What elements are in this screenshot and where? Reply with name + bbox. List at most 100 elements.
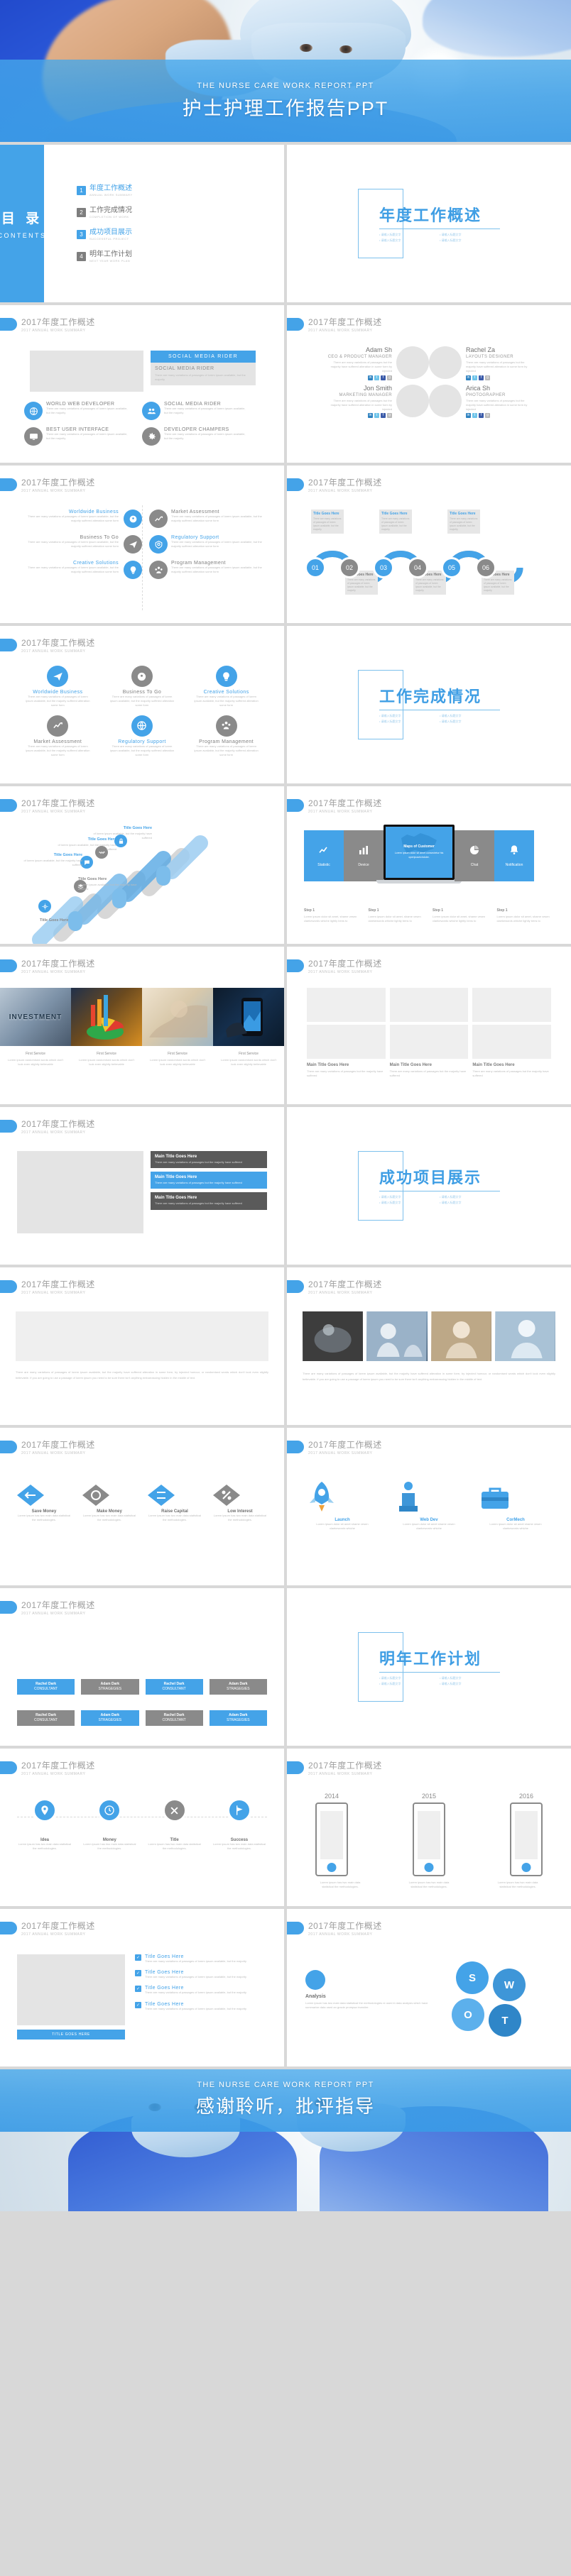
feature-item-best-user-interface[interactable]: BEST USER INTERFACE There are many varia…: [24, 427, 132, 446]
swot-bubble-w[interactable]: W: [493, 1969, 526, 2001]
social-links[interactable]: in t f g: [324, 413, 392, 419]
feature-item-social-media-rider[interactable]: SOCIAL MEDIA RIDER There are many variat…: [142, 402, 250, 420]
checklist-item-2[interactable]: ✓ Title Goes Here There are many variati…: [135, 1970, 268, 1979]
slide-contents[interactable]: 目 录 CONTENTS 1 年度工作概述 ANNUAL WORK SUMMAR…: [0, 145, 284, 302]
contents-item-2[interactable]: 2 工作完成情况 COMPLETION OF WORK: [77, 207, 284, 219]
photo-tile[interactable]: [366, 1311, 428, 1361]
chip-1[interactable]: Rachel Dark CONSULTANT: [17, 1679, 75, 1695]
step-item-idea[interactable]: Idea Lorem ipsum has two main data stati…: [17, 1798, 72, 1851]
contents-item-4[interactable]: 4 明年工作计划 NEXT YEAR WORK PLAN: [77, 251, 284, 263]
laptop-step-2[interactable]: Step 1 Lorem ipsum dolor sit amet, shame…: [369, 908, 426, 923]
chip-4[interactable]: Adam Dark STRAGEGIES: [209, 1679, 267, 1695]
team-member-jon-smith[interactable]: Jon Smith MARKETING MANAGER There are ma…: [301, 384, 429, 419]
twitter-icon[interactable]: t: [472, 413, 477, 419]
arrow-label-4[interactable]: Title Goes Here of lorem ipsum available…: [78, 877, 139, 892]
service-item-market-assessment[interactable]: Market Assessment There are many variati…: [142, 510, 263, 528]
timeline-card-03[interactable]: Title Goes Here There are many variation…: [379, 510, 412, 534]
panel-statistic[interactable]: Statistic: [304, 830, 344, 881]
chip-6[interactable]: Adam Dark STRAGEGIES: [81, 1710, 139, 1726]
launch-item-cormech[interactable]: CorMech Lorem ipsum dolor sit amet shame…: [476, 1477, 555, 1531]
dark-card-2[interactable]: Main Title Goes Here There are many vari…: [151, 1172, 267, 1189]
contents-item-1[interactable]: 1 年度工作概述 ANNUAL WORK SUMMARY: [77, 185, 284, 197]
twitter-icon[interactable]: t: [374, 375, 379, 380]
step-item-money[interactable]: Money Lorem ipsum has two main data stat…: [82, 1798, 137, 1851]
checklist-item-4[interactable]: ✓ Title Goes Here There are many variati…: [135, 2001, 268, 2011]
money-item-make-money[interactable]: Make Money Lorem ipsum has two main data…: [81, 1483, 138, 1522]
checklist-item-3[interactable]: ✓ Title Goes Here There are many variati…: [135, 1986, 268, 1995]
year-column-2016[interactable]: 2016: [510, 1793, 543, 1876]
team-member-rachel-za[interactable]: Rachel Za LAYOUTS DESIGNER There are man…: [429, 346, 557, 380]
grid-card-2[interactable]: Main Title Goes Here There are many vari…: [390, 1063, 469, 1078]
laptop-step-4[interactable]: Step 1 Lorem ipsum dolor sit amet, shame…: [497, 908, 555, 923]
facebook-icon[interactable]: f: [479, 413, 484, 419]
facebook-icon[interactable]: f: [381, 375, 386, 380]
service-tile-market-assessment[interactable]: Market Assessment There are many variati…: [16, 715, 100, 758]
swot-bubble-o[interactable]: O: [452, 1998, 484, 2031]
twitter-icon[interactable]: t: [472, 375, 477, 380]
googleplus-icon[interactable]: g: [485, 413, 490, 419]
panel-notification[interactable]: Notification: [494, 830, 534, 881]
arrow-label-1[interactable]: Title Goes Here of lorem ipsum available…: [21, 853, 82, 868]
service-tile-business-to-go[interactable]: Business To Go There are many variations…: [100, 666, 185, 708]
money-item-raise-capital[interactable]: Raise Capital Lorem ipsum has two main d…: [146, 1483, 203, 1522]
contents-item-3[interactable]: 3 成功项目展示 SUCCESSFUL PROJECT: [77, 229, 284, 241]
team-member-adam-sh[interactable]: Adam Sh CEO & PRODUCT MANAGER There are …: [301, 346, 429, 380]
photo-tile[interactable]: [494, 1311, 555, 1361]
linkedin-icon[interactable]: in: [466, 375, 471, 380]
grid-card-3[interactable]: Main Title Goes Here There are many vari…: [472, 1063, 551, 1078]
service-tile-creative-solutions[interactable]: Creative Solutions There are many variat…: [184, 666, 268, 708]
year-column-2014[interactable]: 2014: [315, 1793, 348, 1876]
year-column-2015[interactable]: 2015: [413, 1793, 445, 1876]
service-tile-regulatory-support[interactable]: Regulatory Support There are many variat…: [100, 715, 185, 758]
facebook-icon[interactable]: f: [479, 375, 484, 380]
swot-bubble-t[interactable]: T: [489, 2004, 521, 2037]
timeline-node-06[interactable]: 06: [475, 557, 496, 578]
panel-chat[interactable]: Chat: [455, 830, 494, 881]
step-item-title[interactable]: Title Lorem ipsum has two main data stat…: [147, 1798, 202, 1851]
step-item-success[interactable]: Success Lorem ipsum has two main data st…: [212, 1798, 267, 1851]
money-item-low-interest[interactable]: Low Interest Lorem ipsum has two main da…: [212, 1483, 268, 1522]
service-item-worldwide-business[interactable]: Worldwide Business There are many variat…: [21, 510, 142, 528]
team-member-arica-sh[interactable]: Arica Sh PHOTOGRAPHER There are many var…: [429, 384, 557, 419]
service-item-program-management[interactable]: Program Management There are many variat…: [142, 561, 263, 579]
launch-item-webdev[interactable]: Web Dev Lorem ipsum dolor sit amet shame…: [389, 1477, 469, 1531]
dark-card-1[interactable]: Main Title Goes Here There are many vari…: [151, 1151, 267, 1169]
service-item-business-to-go[interactable]: Business To Go There are many variations…: [21, 535, 142, 554]
googleplus-icon[interactable]: g: [387, 375, 392, 380]
arrow-label-5[interactable]: Title Goes Here: [40, 918, 101, 924]
photo-tile-4[interactable]: [213, 988, 284, 1046]
panel-device[interactable]: Device: [344, 830, 384, 881]
timeline-node-03[interactable]: 03: [373, 557, 394, 578]
linkedin-icon[interactable]: in: [368, 375, 373, 380]
grid-card-1[interactable]: Main Title Goes Here There are many vari…: [307, 1063, 386, 1078]
service-item-creative-solutions[interactable]: Creative Solutions There are many variat…: [21, 561, 142, 579]
facebook-icon[interactable]: f: [381, 413, 386, 419]
social-links[interactable]: in t f g: [466, 413, 534, 419]
linkedin-icon[interactable]: in: [368, 413, 373, 419]
swot-bubble-s[interactable]: S: [456, 1961, 489, 1994]
checklist-item-1[interactable]: ✓ Title Goes Here There are many variati…: [135, 1954, 268, 1964]
googleplus-icon[interactable]: g: [485, 375, 490, 380]
launch-item-launch[interactable]: Launch Lorem ipsum dolor sit amet shame …: [303, 1477, 382, 1531]
social-links[interactable]: in t f g: [324, 375, 392, 380]
service-item-regulatory-support[interactable]: Regulatory Support There are many variat…: [142, 535, 263, 554]
chip-2[interactable]: Adam Dark STRAGEGIES: [81, 1679, 139, 1695]
feature-item-developer-champers[interactable]: DEVELOPER CHAMPERS There are many variat…: [142, 427, 250, 446]
timeline-node-01[interactable]: 01: [305, 557, 326, 578]
chip-5[interactable]: Rachel Dark CONSULTANT: [17, 1710, 75, 1726]
linkedin-icon[interactable]: in: [466, 413, 471, 419]
photo-tile[interactable]: [303, 1311, 364, 1361]
timeline-node-02[interactable]: 02: [339, 557, 360, 578]
timeline-node-05[interactable]: 05: [441, 557, 462, 578]
chip-3[interactable]: Rachel Dark CONSULTANT: [145, 1679, 203, 1695]
photo-tile-1[interactable]: INVESTMENT: [0, 988, 71, 1046]
laptop-step-3[interactable]: Step 1 Lorem ipsum dolor sit amet, shame…: [433, 908, 490, 923]
feature-item-world-web-developer[interactable]: WORLD WEB DEVELOPER There are many varia…: [24, 402, 132, 420]
timeline-card-01[interactable]: Title Goes Here There are many variation…: [311, 510, 344, 534]
photo-tile[interactable]: [430, 1311, 491, 1361]
social-links[interactable]: in t f g: [466, 375, 534, 380]
timeline-node-04[interactable]: 04: [407, 557, 428, 578]
service-tile-worldwide-business[interactable]: Worldwide Business There are many variat…: [16, 666, 100, 708]
chip-7[interactable]: Rachel Dark CONSULTANT: [145, 1710, 203, 1726]
laptop-step-1[interactable]: Step 1 Lorem ipsum dolor sit amet, shame…: [304, 908, 361, 923]
